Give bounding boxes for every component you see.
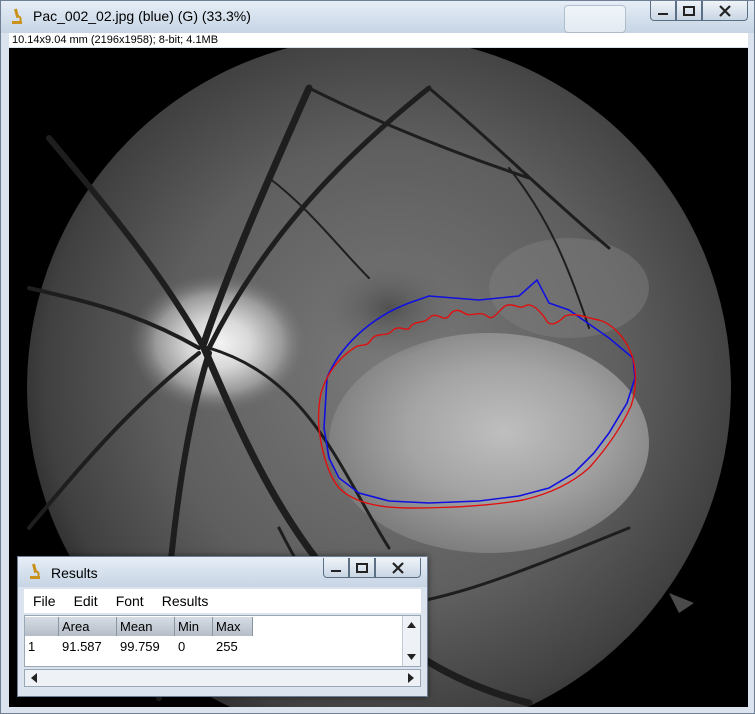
column-header-index[interactable] bbox=[25, 617, 59, 636]
close-icon bbox=[719, 4, 731, 17]
maximize-button[interactable] bbox=[676, 1, 702, 21]
cell-max: 255 bbox=[216, 639, 238, 654]
scroll-right-icon[interactable] bbox=[404, 670, 418, 686]
results-window-controls bbox=[323, 558, 421, 578]
vertical-scrollbar[interactable] bbox=[402, 616, 420, 666]
scroll-left-icon[interactable] bbox=[27, 670, 41, 686]
microscope-icon bbox=[30, 563, 40, 579]
menu-font[interactable]: Font bbox=[107, 593, 153, 609]
scroll-down-icon[interactable] bbox=[403, 650, 420, 664]
results-close-button[interactable] bbox=[375, 558, 421, 578]
image-window-titlebar[interactable]: Pac_002_02.jpg (blue) (G) (33.3%) bbox=[1, 1, 754, 33]
results-titlebar[interactable]: Results bbox=[18, 557, 427, 587]
column-header-area[interactable]: Area bbox=[59, 617, 117, 636]
menu-edit[interactable]: Edit bbox=[65, 593, 107, 609]
minimize-icon bbox=[331, 569, 341, 572]
results-window: Results File Edit Font Results Area Mean… bbox=[17, 556, 428, 697]
results-table: Area Mean Min Max 1 91.587 99.759 0 255 bbox=[24, 615, 421, 667]
window-title: Pac_002_02.jpg (blue) (G) (33.3%) bbox=[33, 8, 251, 24]
cell-area: 91.587 bbox=[62, 639, 102, 654]
menu-file[interactable]: File bbox=[24, 593, 65, 609]
minimize-button[interactable] bbox=[650, 1, 676, 21]
cell-min: 0 bbox=[178, 639, 186, 654]
column-header-max[interactable]: Max bbox=[213, 617, 253, 636]
results-menubar: File Edit Font Results bbox=[24, 589, 421, 613]
menu-results[interactable]: Results bbox=[153, 593, 218, 609]
cell-index: 1 bbox=[28, 639, 36, 654]
image-info-bar: 10.14x9.04 mm (2196x1958); 8-bit; 4.1MB bbox=[9, 33, 748, 47]
window-controls bbox=[650, 1, 748, 21]
column-header-mean[interactable]: Mean bbox=[117, 617, 175, 636]
table-row[interactable]: 1 91.587 99.759 0 255 bbox=[25, 638, 253, 656]
background-window-tab bbox=[564, 5, 626, 33]
scroll-up-icon[interactable] bbox=[403, 618, 420, 632]
close-icon bbox=[392, 561, 404, 574]
column-header-min[interactable]: Min bbox=[175, 617, 213, 636]
results-maximize-button[interactable] bbox=[349, 558, 375, 578]
microscope-icon bbox=[12, 8, 22, 24]
maximize-icon bbox=[683, 5, 695, 16]
results-title: Results bbox=[51, 565, 98, 581]
cell-mean: 99.759 bbox=[120, 639, 160, 654]
horizontal-scrollbar[interactable] bbox=[24, 669, 421, 687]
results-minimize-button[interactable] bbox=[323, 558, 349, 578]
table-header: Area Mean Min Max bbox=[25, 617, 253, 636]
maximize-icon bbox=[356, 562, 368, 573]
close-button[interactable] bbox=[702, 1, 748, 21]
minimize-icon bbox=[658, 12, 668, 15]
